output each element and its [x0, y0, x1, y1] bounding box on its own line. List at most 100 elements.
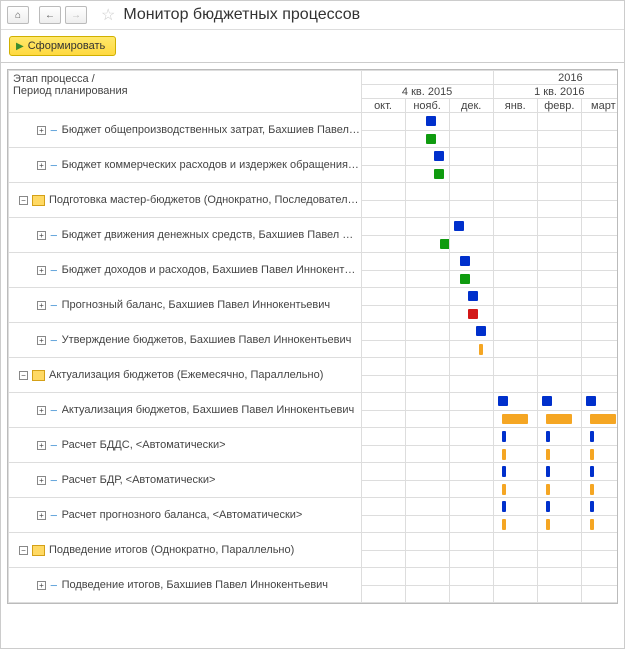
gantt-bar [546, 449, 550, 460]
hdr-blank [361, 71, 493, 85]
gantt-cell [537, 463, 581, 481]
gantt-cell [449, 375, 493, 393]
gantt-cell [493, 165, 537, 183]
forward-button[interactable]: → [65, 6, 87, 24]
gantt-cell [493, 235, 537, 253]
gantt-cell [537, 480, 581, 498]
gantt-bar [546, 431, 550, 442]
gantt-cell [449, 533, 493, 551]
gantt-cell [361, 515, 405, 533]
row-label[interactable]: +−Бюджет доходов и расходов, Бахшиев Пав… [9, 253, 362, 288]
gantt-cell [361, 235, 405, 253]
gantt-cell [581, 498, 618, 516]
gantt-cell [405, 393, 449, 411]
gantt-bar [498, 396, 508, 406]
hdr-oct: окт. [361, 99, 405, 113]
gantt-cell [493, 533, 537, 551]
gantt-cell [581, 585, 618, 603]
gantt-cell [361, 428, 405, 446]
back-button[interactable]: ← [39, 6, 61, 24]
row-label[interactable]: +−Бюджет коммерческих расходов и издерже… [9, 148, 362, 183]
gantt-cell [493, 288, 537, 306]
row-label[interactable]: +−Расчет прогнозного баланса, <Автоматич… [9, 498, 362, 533]
gantt-cell [405, 340, 449, 358]
gantt-cell [405, 148, 449, 166]
favorite-icon[interactable]: ☆ [101, 5, 115, 25]
row-text: Прогнозный баланс, Бахшиев Павел Иннокен… [62, 299, 331, 312]
gantt-cell [537, 218, 581, 236]
gantt-cell [581, 533, 618, 551]
row-text: Актуализация бюджетов (Ежемесячно, Парал… [49, 369, 323, 382]
gantt-cell [405, 375, 449, 393]
gantt-cell [361, 130, 405, 148]
gantt-cell [361, 410, 405, 428]
gantt-cell [449, 323, 493, 341]
expand-icon[interactable]: + [37, 581, 46, 590]
gantt-bar [434, 169, 444, 179]
run-button[interactable]: ▶ Сформировать [9, 36, 116, 56]
gantt-bar [542, 396, 552, 406]
gantt-bar [434, 151, 444, 161]
expand-icon[interactable]: + [37, 266, 46, 275]
gantt-cell [449, 183, 493, 201]
gantt-cell [405, 445, 449, 463]
gantt-cell [361, 533, 405, 551]
gantt-cell [449, 130, 493, 148]
row-label[interactable]: +−Актуализация бюджетов, Бахшиев Павел И… [9, 393, 362, 428]
expand-icon[interactable]: + [37, 511, 46, 520]
collapse-icon[interactable]: − [19, 371, 28, 380]
gantt-cell [581, 305, 618, 323]
collapse-icon[interactable]: − [19, 546, 28, 555]
row-text: Подготовка мастер-бюджетов (Однократно, … [49, 194, 361, 207]
gantt-cell [361, 270, 405, 288]
play-icon: ▶ [16, 41, 24, 52]
gantt-bar [590, 449, 594, 460]
gantt-cell [405, 410, 449, 428]
gantt-cell [405, 463, 449, 481]
gantt-cell [405, 358, 449, 376]
item-icon: − [50, 336, 58, 345]
item-icon: − [50, 266, 58, 275]
expand-icon[interactable]: + [37, 406, 46, 415]
row-label[interactable]: +−Бюджет движения денежных средств, Бахш… [9, 218, 362, 253]
gantt-cell [449, 568, 493, 586]
gantt-cell [405, 130, 449, 148]
gantt-cell [537, 393, 581, 411]
gantt-cell [493, 323, 537, 341]
gantt-grid[interactable]: Этап процесса / Период планирования 2016… [7, 69, 618, 604]
row-label[interactable]: +−Прогнозный баланс, Бахшиев Павел Иннок… [9, 288, 362, 323]
expand-icon[interactable]: + [37, 441, 46, 450]
row-label[interactable]: − Подготовка мастер-бюджетов (Однократно,… [9, 183, 362, 218]
home-button[interactable]: ⌂ [7, 6, 29, 24]
gantt-cell [361, 113, 405, 131]
row-label[interactable]: +−Подведение итогов, Бахшиев Павел Иннок… [9, 568, 362, 603]
expand-icon[interactable]: + [37, 336, 46, 345]
expand-icon[interactable]: + [37, 301, 46, 310]
row-header: Этап процесса / Период планирования [9, 71, 362, 113]
expand-icon[interactable]: + [37, 126, 46, 135]
gantt-cell [449, 358, 493, 376]
expand-icon[interactable]: + [37, 231, 46, 240]
gantt-cell [537, 498, 581, 516]
row-label[interactable]: +−Бюджет общепроизводственных затрат, Ба… [9, 113, 362, 148]
row-label[interactable]: +−Утверждение бюджетов, Бахшиев Павел Ин… [9, 323, 362, 358]
row-label[interactable]: +−Расчет БДДС, <Автоматически> [9, 428, 362, 463]
gantt-bar [590, 414, 616, 424]
gantt-bar [426, 116, 436, 126]
gantt-cell [493, 550, 537, 568]
gantt-bar [546, 466, 550, 477]
gantt-cell [449, 445, 493, 463]
row-text: Расчет БДР, <Автоматически> [62, 474, 216, 487]
expand-icon[interactable]: + [37, 476, 46, 485]
gantt-cell [581, 288, 618, 306]
gantt-cell [581, 148, 618, 166]
expand-icon[interactable]: + [37, 161, 46, 170]
row-label[interactable]: +−Расчет БДР, <Автоматически> [9, 463, 362, 498]
row-label[interactable]: −Подведение итогов (Однократно, Параллел… [9, 533, 362, 568]
gantt-cell [493, 463, 537, 481]
gantt-cell [405, 428, 449, 446]
folder-icon [32, 545, 45, 556]
gantt-cell [537, 270, 581, 288]
collapse-icon[interactable]: − [19, 196, 28, 205]
row-label[interactable]: − Актуализация бюджетов (Ежемесячно, Пара… [9, 358, 362, 393]
